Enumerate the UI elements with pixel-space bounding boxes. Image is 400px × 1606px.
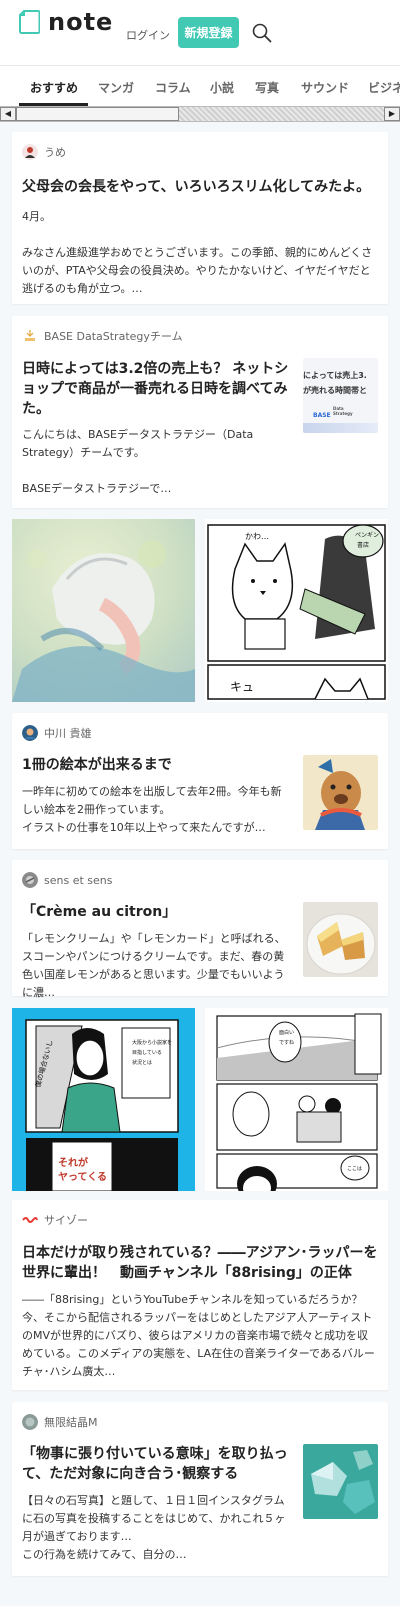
scroll-right-arrow-icon[interactable]: ▶ xyxy=(384,107,400,121)
article-title[interactable]: 1冊の絵本が出来るまで xyxy=(22,755,292,775)
illustration-tile[interactable] xyxy=(12,519,195,702)
avatar xyxy=(22,1414,38,1430)
article-card[interactable]: 無限結晶M 「物事に張り付いている意味」を取り払って、ただ対象に向き合う･観察す… xyxy=(12,1402,388,1576)
manga-tile[interactable]: ペンギン 書店 かわ… キュ xyxy=(205,519,388,702)
search-icon[interactable] xyxy=(252,23,272,43)
logo[interactable]: note xyxy=(19,10,113,34)
svg-text:ですね: ですね xyxy=(279,1040,294,1046)
article-title[interactable]: 「Crème au citron」 xyxy=(22,902,292,922)
tab-novel[interactable]: 小説 xyxy=(210,79,234,96)
article-card[interactable]: サイゾー 日本だけが取り残されている？――アジアン･ラッパーを世界に輩出！ 動画… xyxy=(12,1200,388,1390)
author[interactable]: sens et sens xyxy=(22,872,112,888)
article-excerpt: 【日々の石写真】と題して、１日１回インスタグラムに石の写真を投稿することをはじめ… xyxy=(22,1494,286,1561)
svg-text:面白い: 面白い xyxy=(279,1029,294,1036)
thumbnail-image: によっては売上3. が売れる時間帯と BASE Data Strategy xyxy=(303,358,378,433)
article-title[interactable]: 日本だけが取り残されている？――アジアン･ラッパーを世界に輩出！ 動画チャンネル… xyxy=(22,1243,378,1283)
signup-button[interactable]: 新規登録 xyxy=(178,17,239,48)
svg-text:ここは: ここは xyxy=(347,1166,362,1172)
author[interactable]: BASE DataStrategyチーム xyxy=(22,328,183,344)
scrollbar-thumb[interactable] xyxy=(16,107,179,121)
tab-column[interactable]: コラム xyxy=(155,79,191,96)
tab-photo[interactable]: 写真 xyxy=(255,79,279,96)
tab-recommended[interactable]: おすすめ xyxy=(30,79,78,96)
article-thumbnail[interactable] xyxy=(303,755,378,830)
author[interactable]: うめ xyxy=(22,144,66,160)
svg-text:大阪から小説家を: 大阪から小説家を xyxy=(132,1039,172,1046)
thumbnail-image xyxy=(303,755,378,830)
svg-text:目指している: 目指している xyxy=(132,1049,162,1056)
author-name: sens et sens xyxy=(44,873,113,887)
tabs-scrollbar[interactable]: ◀ ▶ xyxy=(0,106,400,122)
category-tabs: おすすめ マンガ コラム 小説 写真 サウンド ビジネス xyxy=(0,66,400,106)
tab-sound[interactable]: サウンド xyxy=(301,79,349,96)
article-title[interactable]: 父母会の会長をやって、いろいろスリム化してみたよ。 xyxy=(22,177,378,197)
author-name: 無限結晶M xyxy=(44,1416,98,1429)
author-name: うめ xyxy=(44,146,66,159)
thumbnail-image xyxy=(303,902,378,977)
author[interactable]: 無限結晶M xyxy=(22,1414,98,1430)
logo-text: note xyxy=(48,8,114,36)
article-thumbnail[interactable]: によっては売上3. が売れる時間帯と BASE Data Strategy xyxy=(303,358,378,433)
avatar xyxy=(22,1212,38,1228)
author[interactable]: 中川 貴雄 xyxy=(22,725,92,741)
author-name: サイゾー xyxy=(44,1214,88,1227)
article-excerpt: ――「88rising」というYouTubeチャンネルを知っているだろうか？今、… xyxy=(22,1293,375,1378)
article-thumbnail[interactable] xyxy=(303,1444,378,1519)
article-card[interactable]: sens et sens 「Crème au citron」 「レモンクリーム」… xyxy=(12,860,388,999)
svg-text:書店: 書店 xyxy=(357,541,369,549)
thumbnail-text: が売れる時間帯と xyxy=(303,386,367,395)
manga-illustration: 面白い ですね ここは xyxy=(205,1008,388,1191)
avatar xyxy=(22,328,38,344)
thumbnail-image xyxy=(303,1444,378,1519)
article-card[interactable]: BASE DataStrategyチーム 日時によっては3.2倍の売上も？ ネッ… xyxy=(12,316,388,508)
avatar xyxy=(22,144,38,160)
svg-text:状況とは: 状況とは xyxy=(132,1059,152,1066)
manga-tile[interactable]: 面白い ですね ここは xyxy=(205,1008,388,1191)
article-thumbnail[interactable] xyxy=(303,902,378,977)
author-name: BASE DataStrategyチーム xyxy=(44,330,183,343)
article-excerpt: 「レモンクリーム」や「レモンカード」と呼ばれる、スコーンやパンにつけるクリームで… xyxy=(22,932,286,999)
thumbnail-brand-sub: Data Strategy xyxy=(333,406,353,416)
manga-badge-text: ペンギン xyxy=(355,532,379,539)
manga-illustration: 大阪から小説家を 目指している 状況とは 僕の場合ないし それが ヤってくる xyxy=(12,1008,195,1191)
article-excerpt: こんにちは、BASEデータストラテジー（Data Strategy）チームです。… xyxy=(22,428,254,495)
thumbnail-text: によっては売上3. xyxy=(303,371,367,380)
article-excerpt: 一昨年に初めての絵本を出版して去年2冊。今年も新しい絵本を2冊作っています。 イ… xyxy=(22,785,282,834)
author[interactable]: サイゾー xyxy=(22,1212,88,1228)
watercolor-illustration xyxy=(12,519,195,702)
site-header: note ログイン 新規登録 xyxy=(0,0,400,66)
article-card[interactable]: 中川 貴雄 1冊の絵本が出来るまで 一昨年に初めての絵本を出版して去年2冊。今年… xyxy=(12,713,388,849)
login-link[interactable]: ログイン xyxy=(126,27,170,43)
avatar xyxy=(22,872,38,888)
svg-text:ヤってくる: ヤってくる xyxy=(58,1171,107,1183)
article-title[interactable]: 「物事に張り付いている意味」を取り払って、ただ対象に向き合う･観察する xyxy=(22,1444,292,1484)
tab-business[interactable]: ビジネス xyxy=(368,79,400,96)
article-excerpt: 4月。 みなさん進級進学おめでとうございます。この季節、親的にめんどくさいのが、… xyxy=(22,210,373,295)
scroll-left-arrow-icon[interactable]: ◀ xyxy=(0,107,16,121)
article-title[interactable]: 日時によっては3.2倍の売上も？ ネットショップで商品が一番売れる日時を調べてみ… xyxy=(22,359,292,419)
thumbnail-brand: BASE xyxy=(313,412,331,419)
svg-text:それが: それが xyxy=(58,1156,89,1169)
manga-illustration: ペンギン 書店 かわ… キュ xyxy=(205,519,388,702)
article-card[interactable]: うめ 父母会の会長をやって、いろいろスリム化してみたよ。 4月。 みなさん進級進… xyxy=(12,132,388,304)
author-name: 中川 貴雄 xyxy=(44,727,92,740)
manga-sfx-text: キュ xyxy=(230,680,254,694)
manga-tile[interactable]: 大阪から小説家を 目指している 状況とは 僕の場合ないし それが ヤってくる xyxy=(12,1008,195,1191)
avatar xyxy=(22,725,38,741)
tab-manga[interactable]: マンガ xyxy=(98,79,134,96)
svg-text:かわ…: かわ… xyxy=(245,532,269,541)
note-logo-icon xyxy=(19,10,40,34)
